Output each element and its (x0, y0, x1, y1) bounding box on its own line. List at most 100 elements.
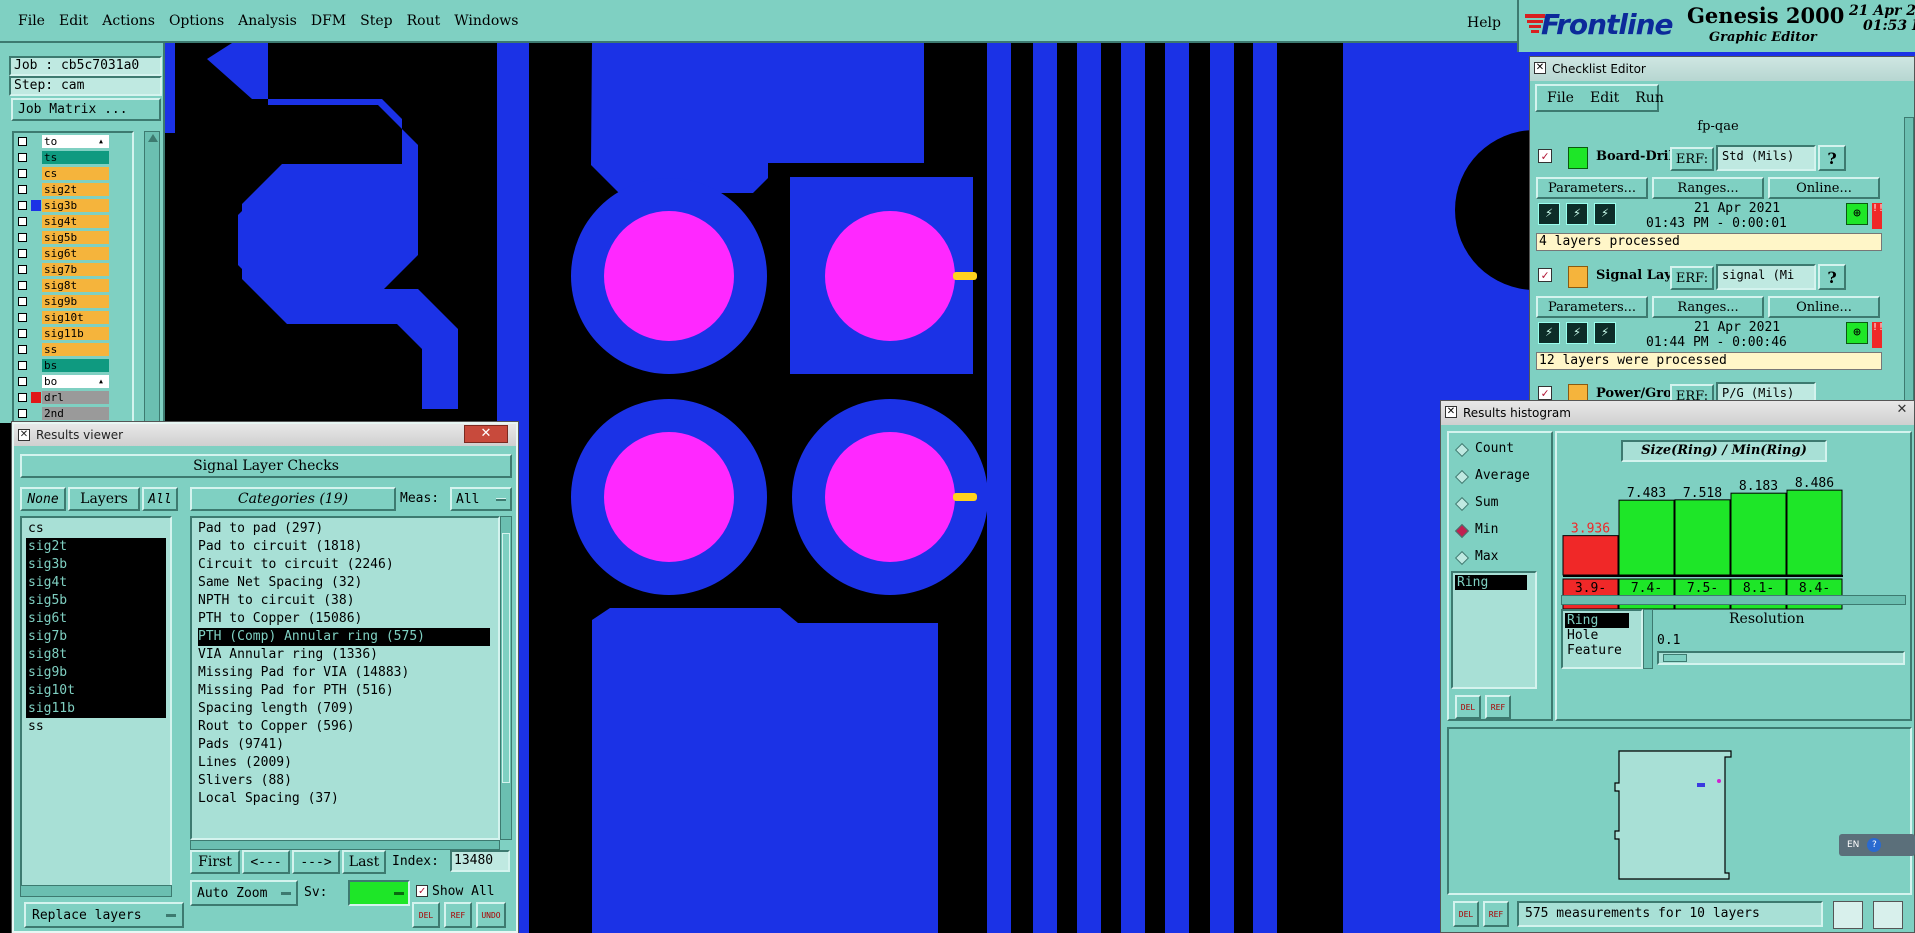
run-all-icon[interactable]: ⚡ (1566, 322, 1588, 344)
del-button[interactable]: DEL (1453, 901, 1479, 927)
zoom-results-icon[interactable]: ⊕ (1846, 322, 1868, 344)
language-indicator[interactable]: EN (1847, 840, 1859, 850)
layer-popup-icon[interactable]: ▴ (98, 375, 104, 388)
menu-actions[interactable]: Actions (102, 13, 155, 29)
enable-check-icon[interactable]: ✓ (1538, 386, 1552, 400)
layer-checkbox[interactable] (18, 233, 27, 242)
layer-checkbox[interactable] (18, 137, 27, 146)
layers-button[interactable]: Layers (68, 487, 140, 511)
ref-button[interactable]: REF (1483, 901, 1509, 927)
report-icon[interactable] (1833, 901, 1863, 929)
layer-checkbox[interactable] (18, 249, 27, 258)
type-list-scrollbar[interactable] (1643, 609, 1653, 669)
layer-checkbox[interactable] (18, 377, 27, 386)
field-item[interactable]: Ring (1455, 575, 1527, 590)
result-layer-item[interactable]: sig10t (26, 682, 166, 700)
layer-list-scrollbar[interactable] (144, 131, 160, 423)
category-list[interactable]: Pad to pad (297) Pad to circuit (1818) Cir… (190, 516, 500, 840)
none-button[interactable]: None (20, 487, 66, 511)
layer-row-sig5b[interactable]: sig5b (14, 231, 132, 244)
category-item[interactable]: Same Net Spacing (32) (198, 574, 490, 592)
next-button[interactable]: ---> (292, 850, 340, 874)
menu-rout[interactable]: Rout (407, 13, 441, 29)
sum-radio[interactable] (1454, 496, 1470, 512)
category-item[interactable]: Pads (9741) (198, 736, 490, 754)
del-button[interactable]: DEL (412, 902, 440, 928)
erf-dropdown[interactable]: signal (Mi (1716, 264, 1816, 290)
histogram-bar[interactable] (1618, 499, 1675, 576)
max-radio[interactable] (1454, 550, 1470, 566)
category-item[interactable]: Lines (2009) (198, 754, 490, 772)
parameters-button[interactable]: Parameters... (1536, 296, 1648, 318)
chart-hscroll[interactable] (1561, 595, 1906, 605)
layer-row-bs[interactable]: bs (14, 359, 132, 372)
field-list[interactable]: Ring (1451, 571, 1537, 689)
result-layer-item[interactable]: sig2t (26, 538, 166, 556)
result-layer-item[interactable]: sig3b (26, 556, 166, 574)
run-icon[interactable]: ⚡ (1538, 203, 1560, 225)
run-icon[interactable]: ⚡ (1538, 322, 1560, 344)
menu-step[interactable]: Step (360, 13, 392, 29)
layer-checkbox[interactable] (18, 297, 27, 306)
layer-row-sig3b[interactable]: sig3b (14, 199, 132, 212)
result-layer-item[interactable]: sig9b (26, 664, 166, 682)
layer-checkbox[interactable] (18, 361, 27, 370)
layer-checkbox[interactable] (18, 169, 27, 178)
close-icon[interactable]: ✕ (464, 425, 508, 443)
layer-row-sig9b[interactable]: sig9b (14, 295, 132, 308)
layer-popup-icon[interactable]: ▴ (98, 135, 104, 148)
window-menu-icon[interactable]: ✕ (18, 429, 30, 441)
window-menu-icon[interactable]: ✕ (1445, 406, 1457, 418)
export-icon[interactable] (1873, 901, 1903, 929)
category-item[interactable]: Spacing length (709) (198, 700, 490, 718)
menu-dfm[interactable]: DFM (311, 13, 346, 29)
zoom-results-icon[interactable]: ⊕ (1846, 203, 1868, 225)
histogram-bar[interactable] (1562, 535, 1619, 576)
layer-row-sig8t[interactable]: sig8t (14, 279, 132, 292)
help-button[interactable]: ? (1818, 145, 1846, 171)
histogram-bar[interactable] (1730, 492, 1787, 576)
layer-checkbox[interactable] (18, 345, 27, 354)
layer-checkbox[interactable] (18, 185, 27, 194)
layer-checkbox[interactable] (18, 329, 27, 338)
undo-button[interactable]: UNDO (476, 902, 506, 928)
layer-row-2nd[interactable]: 2nd (14, 407, 132, 420)
layer-checkbox[interactable] (18, 217, 27, 226)
layer-checkbox[interactable] (18, 201, 27, 210)
index-field[interactable]: 13480 (450, 850, 510, 872)
result-layer-item[interactable]: cs (26, 520, 166, 538)
first-button[interactable]: First (190, 850, 240, 874)
result-layer-item[interactable]: sig5b (26, 592, 166, 610)
show-all-checkbox[interactable]: ✓ (416, 885, 428, 897)
enable-check-icon[interactable]: ✓ (1538, 149, 1552, 163)
category-item[interactable]: NPTH to circuit (38) (198, 592, 490, 610)
type-item-feature[interactable]: Feature (1565, 643, 1639, 658)
layer-list[interactable]: to ▴ ts cs sig2t sig3b sig4t sig5b sig6t sig7b sig… (12, 131, 134, 423)
category-item[interactable]: Pad to circuit (1818) (198, 538, 490, 556)
layer-checkbox[interactable] (18, 265, 27, 274)
check-item-name[interactable]: Signal Layer Ch (1596, 268, 1670, 283)
layer-row-sig2t[interactable]: sig2t (14, 183, 132, 196)
meas-dropdown[interactable]: All (450, 487, 512, 511)
layer-row-cs[interactable]: cs (14, 167, 132, 180)
histogram-bar[interactable] (1674, 499, 1731, 576)
result-layer-item[interactable]: sig11b (26, 700, 166, 718)
menu-analysis[interactable]: Analysis (238, 13, 297, 29)
ranges-button[interactable]: Ranges... (1652, 296, 1764, 318)
category-item[interactable]: Missing Pad for VIA (14883) (198, 664, 490, 682)
histogram-bar[interactable] (1786, 489, 1843, 576)
result-layer-item[interactable]: ss (26, 718, 166, 736)
del-button[interactable]: DEL (1455, 695, 1481, 719)
layer-checkbox[interactable] (18, 153, 27, 162)
prev-button[interactable]: <--- (242, 850, 290, 874)
sv-color-dropdown[interactable] (348, 880, 410, 906)
help-icon[interactable]: ? (1867, 838, 1882, 852)
help-button[interactable]: ? (1818, 264, 1846, 290)
job-matrix-button[interactable]: Job Matrix ... (11, 98, 161, 121)
window-menu-icon[interactable]: ✕ (1534, 62, 1546, 74)
type-item-hole[interactable]: Hole (1565, 628, 1639, 643)
type-item-ring[interactable]: Ring (1565, 613, 1629, 628)
layer-row-sig6t[interactable]: sig6t (14, 247, 132, 260)
parameters-button[interactable]: Parameters... (1536, 177, 1648, 199)
category-item[interactable]: PTH (Comp) Annular ring (575) (198, 628, 490, 646)
